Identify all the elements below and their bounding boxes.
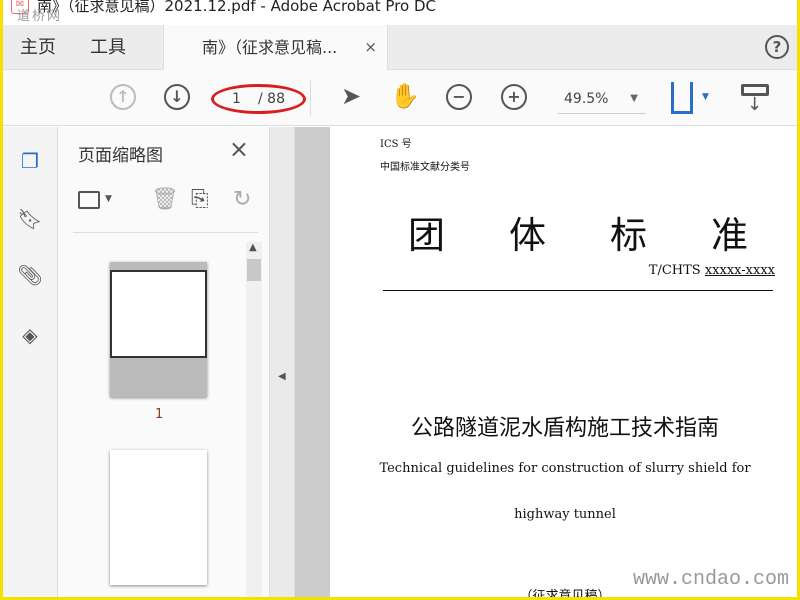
close-panel-icon[interactable]: × [229, 135, 249, 163]
close-tab-icon[interactable]: × [364, 25, 377, 70]
window-title: 南》（征求意见稿）2021.12.pdf - Adobe Acrobat Pro… [37, 0, 436, 15]
attachment-icon[interactable]: 📎︎ [17, 263, 43, 291]
code-prefix: T/CHTS [648, 263, 705, 278]
standard-code: T/CHTS xxxxx-xxxx [649, 263, 775, 278]
heading-char: 准 [711, 214, 748, 257]
chevron-down-icon[interactable]: ▼ [702, 92, 709, 102]
toolbar: ↑ ↓ 1 / 88 ➤ ✋ − + 49.5% ▼ ▼ ↓ [3, 70, 797, 126]
page-thumbnails-icon[interactable]: ❐ [17, 149, 43, 177]
document-title-en-1: Technical guidelines for construction of… [379, 461, 751, 476]
tab-tools[interactable]: 工具 [90, 25, 126, 70]
delete-page-icon[interactable]: 🗑︎ [151, 187, 179, 212]
watermark-url: www.cndao.com [632, 568, 789, 591]
chevron-down-icon[interactable]: ▼ [105, 194, 112, 204]
pdf-page: ICS 号 中国标准文献分类号 团 体 标 准 T/CHTS xxxxx-xxx… [330, 127, 797, 597]
ics-label: ICS 号 [380, 139, 412, 150]
total-pages: / 88 [258, 91, 285, 107]
next-page-icon[interactable]: ↓ [164, 84, 190, 110]
header-rule [383, 290, 773, 291]
previous-page-icon[interactable]: ↑ [110, 84, 136, 110]
title-bar: ✉ 南》（征求意见稿）2021.12.pdf - Adobe Acrobat P… [3, 0, 797, 25]
panel-title: 页面缩略图 [78, 146, 163, 166]
heading-char: 体 [509, 214, 546, 257]
zoom-value: 49.5% [564, 91, 609, 107]
chevron-left-icon[interactable]: ◀ [278, 371, 286, 382]
document-view[interactable]: ICS 号 中国标准文献分类号 团 体 标 准 T/CHTS xxxxx-xxx… [295, 127, 797, 597]
page-number-field[interactable]: 1 / 88 [211, 84, 306, 114]
chevron-down-icon: ▼ [630, 93, 638, 104]
divider [310, 80, 311, 116]
tab-home[interactable]: 主页 [20, 25, 56, 70]
panel-toolbar: ▼ 🗑︎ ⎘ ↻ [73, 177, 258, 233]
zoom-out-icon[interactable]: − [446, 84, 472, 110]
thumbnails-panel: 页面缩略图 × ▼ 🗑︎ ⎘ ↻ 1 ▲ [58, 127, 269, 597]
page-thumbnail-2[interactable] [110, 450, 207, 585]
document-title-cn: 公路隧道泥水盾构施工技术指南 [410, 416, 719, 441]
clc-label: 中国标准文献分类号 [380, 162, 470, 173]
scrollbar-thumb[interactable] [247, 259, 261, 281]
page-thumbnail-1[interactable] [110, 262, 207, 397]
standard-heading: 团 体 标 准 [408, 205, 748, 259]
hand-tool-icon[interactable]: ✋ [390, 82, 420, 110]
fit-page-icon[interactable] [671, 82, 693, 114]
arrow-down-icon: ↓ [747, 94, 763, 115]
zoom-in-icon[interactable]: + [501, 84, 527, 110]
help-icon[interactable]: ? [765, 35, 789, 59]
tab-bar: 主页 工具 南》（征求意见稿... × ? [3, 25, 797, 71]
left-icon-strip: ❐ 🔖︎ 📎︎ ◈ [3, 127, 58, 597]
visible-area-frame[interactable] [110, 270, 207, 358]
rotate-page-icon[interactable]: ↻ [233, 187, 251, 212]
layers-icon[interactable]: ◈ [17, 323, 43, 351]
acrobat-window: ✉ 南》（征求意见稿）2021.12.pdf - Adobe Acrobat P… [3, 0, 797, 597]
current-page-input[interactable]: 1 [232, 87, 241, 111]
heading-char: 团 [408, 214, 445, 257]
zoom-select[interactable]: 49.5% ▼ [558, 84, 646, 114]
code-number: xxxxx-xxxx [704, 263, 775, 278]
panel-scrollbar[interactable]: ▲ [246, 242, 262, 597]
collapse-panel-handle[interactable]: ◀ [269, 127, 295, 597]
bookmark-icon[interactable]: 🔖︎ [17, 207, 43, 235]
scroll-up-icon[interactable]: ▲ [249, 242, 257, 253]
watermark-logo: 道桥网 [17, 9, 63, 24]
heading-char: 标 [610, 214, 647, 257]
thumbnail-page-label: 1 [155, 407, 164, 422]
tab-document[interactable]: 南》（征求意见稿... × [163, 25, 388, 71]
tab-document-label: 南》（征求意见稿... [202, 38, 338, 57]
select-cursor-icon[interactable]: ➤ [341, 82, 361, 110]
insert-page-icon[interactable]: ⎘ [191, 187, 209, 212]
thumbnail-options-icon[interactable] [78, 191, 100, 209]
document-title-en-2: highway tunnel [514, 507, 616, 522]
